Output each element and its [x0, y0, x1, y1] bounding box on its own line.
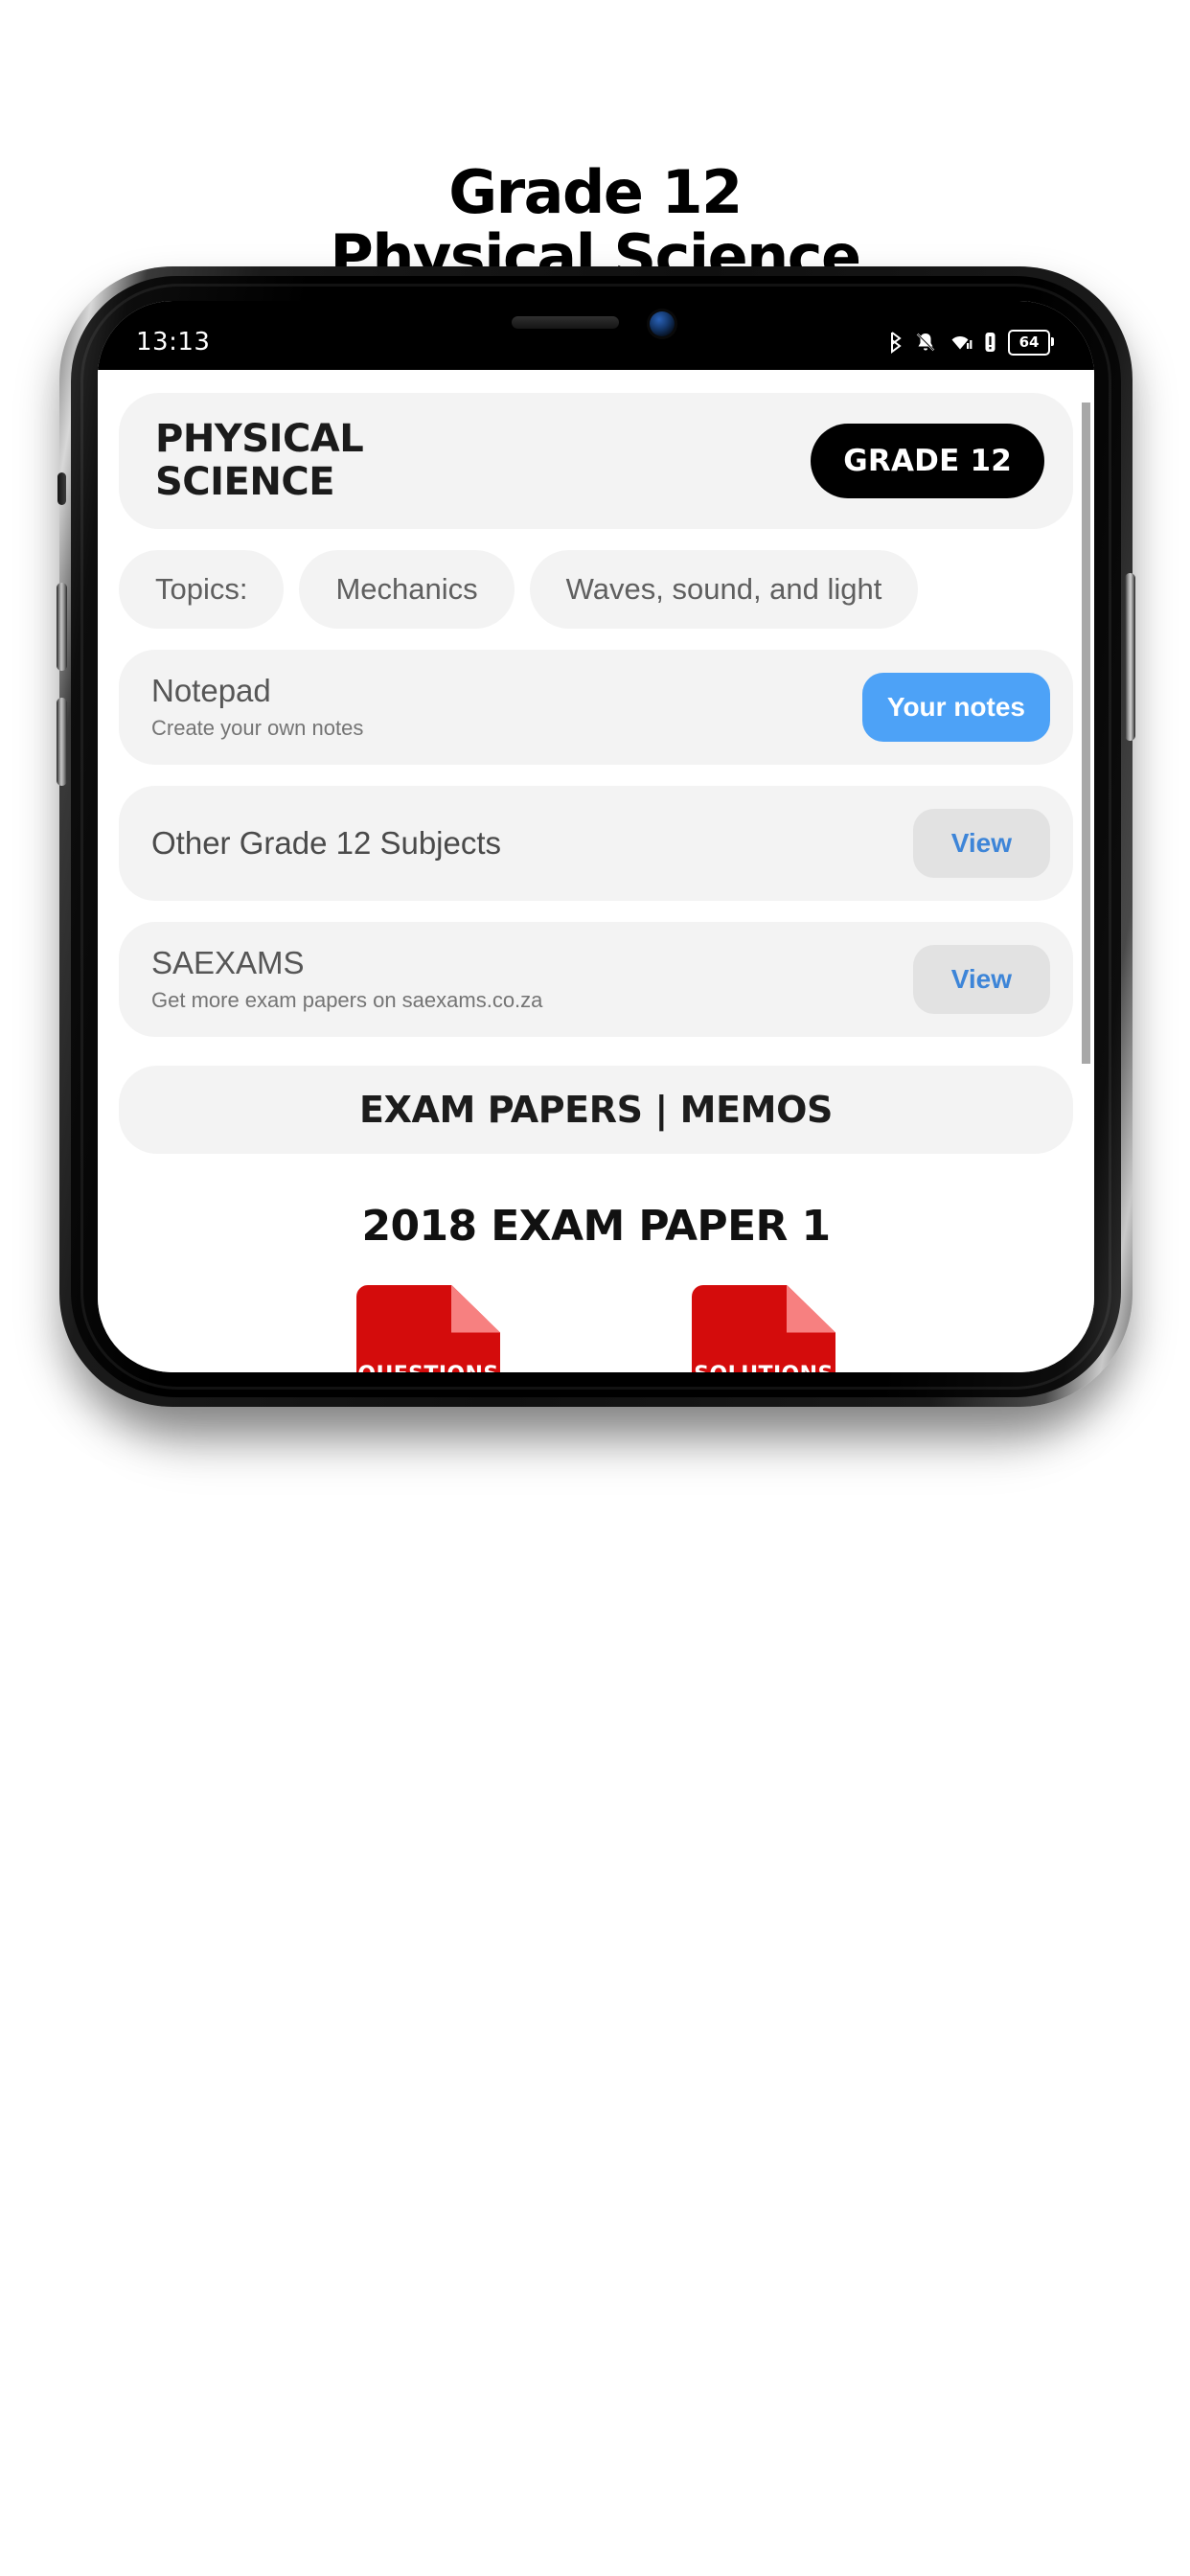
grade-badge: GRADE 12 — [811, 423, 1044, 498]
saexams-view-button[interactable]: View — [912, 944, 1050, 1014]
questions-pdf-icon-1[interactable]: QUESTIONS — [356, 1284, 500, 1372]
battery-level-label: 64 — [1018, 334, 1040, 351]
subject-title: PHYSICAL SCIENCE — [155, 417, 364, 504]
subject-title-line-2: SCIENCE — [155, 459, 335, 504]
subject-header-card: PHYSICAL SCIENCE GRADE 12 — [119, 393, 1073, 529]
app-scroll-area[interactable]: PHYSICAL SCIENCE GRADE 12 Topics: Mechan… — [98, 393, 1094, 1372]
phone-screen: 13:13 64 PHYSICAL SCIENCE GRADE 12 Topic… — [98, 301, 1094, 1372]
notepad-card-texts: Notepad Create your own notes — [151, 673, 363, 741]
earpiece-speaker-icon — [512, 316, 619, 329]
volume-down-button[interactable] — [57, 698, 67, 786]
solutions-pdf-label-1: SOLUTIONS — [692, 1363, 835, 1372]
status-bar: 13:13 64 — [98, 301, 1094, 370]
solutions-pdf-icon-1[interactable]: SOLUTIONS — [692, 1284, 835, 1372]
saexams-card-texts: SAEXAMS Get more exam papers on saexams.… — [151, 945, 542, 1013]
scrollbar-thumb[interactable] — [1082, 402, 1090, 1064]
notepad-card-title: Notepad — [151, 673, 271, 709]
other-subjects-card-texts: Other Grade 12 Subjects — [151, 825, 501, 862]
status-bar-clock: 13:13 — [136, 328, 211, 356]
mute-bell-icon — [916, 333, 935, 352]
your-notes-button[interactable]: Your notes — [861, 672, 1050, 742]
saexams-card-title: SAEXAMS — [151, 945, 305, 981]
notepad-card-subtitle: Create your own notes — [151, 716, 364, 741]
chip-waves-sound-light[interactable]: Waves, sound, and light — [529, 549, 919, 629]
battery-icon: 64 — [1008, 329, 1054, 356]
paper-icons-row-1: QUESTIONS SOLUTIONS — [98, 1284, 1094, 1372]
topics-chip-row[interactable]: Topics: Mechanics Waves, sound, and ligh… — [119, 549, 1094, 629]
chip-mechanics[interactable]: Mechanics — [299, 549, 515, 629]
paper-title-1: 2018 EXAM PAPER 1 — [361, 1201, 831, 1251]
chip-topics-label: Topics: — [119, 549, 285, 629]
other-subjects-card[interactable]: Other Grade 12 Subjects View — [119, 785, 1073, 901]
bluetooth-icon — [891, 332, 902, 354]
power-button[interactable] — [1125, 573, 1135, 741]
saexams-card[interactable]: SAEXAMS Get more exam papers on saexams.… — [119, 921, 1073, 1037]
saexams-card-subtitle: Get more exam papers on saexams.co.za — [151, 988, 543, 1013]
mute-switch-button[interactable] — [57, 472, 66, 505]
alert-icon — [985, 333, 995, 352]
notepad-card[interactable]: Notepad Create your own notes Your notes — [119, 649, 1073, 765]
front-camera-icon — [650, 311, 675, 336]
subject-title-line-1: PHYSICAL — [155, 417, 364, 461]
wifi-icon — [951, 335, 973, 350]
status-bar-icons: 64 — [888, 329, 1054, 356]
pdf-fold-corner-icon — [451, 1284, 500, 1333]
page-title-line-1: Grade 12 — [448, 157, 743, 227]
phone-mockup: 13:13 64 PHYSICAL SCIENCE GRADE 12 Topic… — [57, 266, 1135, 1407]
app-content: PHYSICAL SCIENCE GRADE 12 Topics: Mechan… — [98, 370, 1094, 1372]
other-subjects-card-title: Other Grade 12 Subjects — [151, 824, 502, 861]
pdf-fold-corner-icon — [787, 1284, 835, 1333]
exam-papers-memos-banner: EXAM PAPERS | MEMOS — [119, 1065, 1073, 1154]
volume-up-button[interactable] — [57, 583, 67, 671]
questions-pdf-label-1: QUESTIONS — [356, 1363, 500, 1372]
other-subjects-view-button[interactable]: View — [912, 808, 1050, 878]
